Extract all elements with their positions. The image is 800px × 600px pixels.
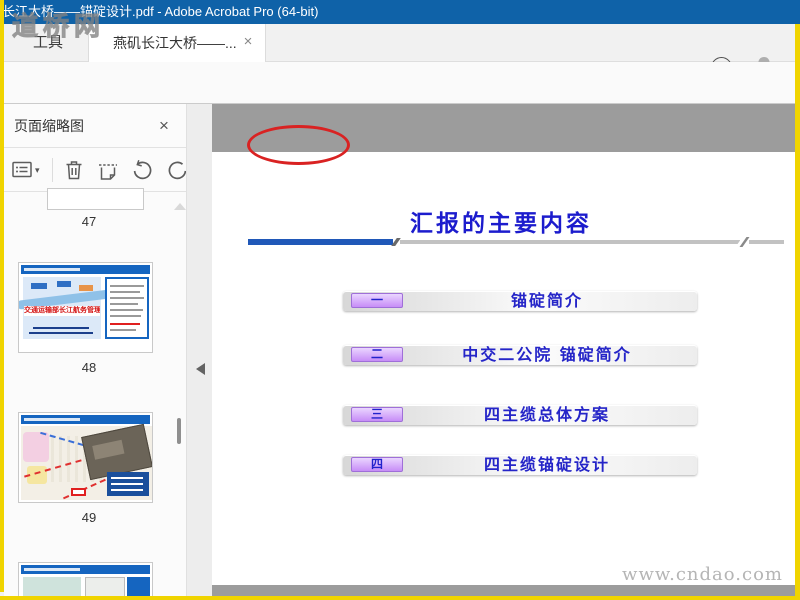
thumbnails-panel-title: 页面缩略图 xyxy=(14,118,84,134)
agenda-item-1-label: 锚碇简介 xyxy=(510,291,583,310)
thumbnail-options-caret-icon[interactable]: ▾ xyxy=(35,158,40,182)
scroll-up-arrow-icon[interactable] xyxy=(174,203,186,210)
agenda-item-4-badge: 四 xyxy=(351,457,403,472)
thumbnails-panel: 页面缩略图 × ▾ 47 交通运输部长江航务管理局 48 49 xyxy=(4,104,186,597)
thumb49-legend xyxy=(107,472,149,496)
title-bar: 长江大桥——锚碇设计.pdf - Adobe Acrobat Pro (64-b… xyxy=(0,0,800,24)
thumbnail-47[interactable] xyxy=(47,188,144,210)
thumb49-map xyxy=(21,423,152,500)
thumbnail-47-label: 47 xyxy=(81,214,97,229)
agenda-item-1-badge: 一 xyxy=(351,293,403,308)
pdf-page[interactable]: 汇报的主要内容 一 锚碇简介 二 中交二公院 锚碇简介 三 四主缆总体方案 四 … xyxy=(212,152,795,585)
frame-border-bottom xyxy=(0,596,800,600)
heading-rule-gray xyxy=(400,240,740,244)
frame-border-right xyxy=(795,24,800,600)
tab-tools[interactable]: 工具 xyxy=(8,24,88,62)
frame-border-left xyxy=(0,0,4,592)
slide-heading: 汇报的主要内容 xyxy=(410,210,592,237)
tab-document[interactable]: 燕矶长江大桥——... × xyxy=(88,24,266,62)
site-watermark-bottomright: www.cndao.com xyxy=(622,564,783,585)
thumbnail-49-label: 49 xyxy=(81,510,97,525)
agenda-item-1: 一 锚碇简介 xyxy=(343,291,697,311)
agenda-item-3-label: 四主缆总体方案 xyxy=(483,405,610,424)
thumb49-title-bar xyxy=(21,415,150,424)
main-toolbar: ☆ xyxy=(0,62,800,165)
agenda-item-4: 四 四主缆锚碇设计 xyxy=(343,455,697,475)
rotate-clockwise-icon[interactable] xyxy=(166,158,186,182)
agenda-item-2-badge: 二 xyxy=(351,347,403,362)
panel-divider xyxy=(186,104,212,597)
thumbnails-toolbar: ▾ xyxy=(4,148,186,192)
agenda-item-3: 三 四主缆总体方案 xyxy=(343,405,697,425)
thumb48-title-bar xyxy=(21,265,150,274)
window-title: 长江大桥——锚碇设计.pdf - Adobe Acrobat Pro (64-b… xyxy=(2,4,319,19)
thumbnail-48-label: 48 xyxy=(81,360,97,375)
delete-pages-trash-icon[interactable] xyxy=(62,158,86,182)
close-panel-icon[interactable]: × xyxy=(154,116,174,136)
acrobat-window: 长江大桥——锚碇设计.pdf - Adobe Acrobat Pro (64-b… xyxy=(0,0,800,600)
thumb48-text-box xyxy=(105,277,149,339)
agenda-item-3-badge: 三 xyxy=(351,407,403,422)
thumb48-red-text: 交通运输部长江航务管理局 xyxy=(24,306,100,316)
thumbnails-scrollbar[interactable] xyxy=(177,418,181,444)
agenda-item-2: 二 中交二公院 锚碇简介 xyxy=(343,345,697,365)
thumbnail-49[interactable] xyxy=(18,412,153,503)
extract-pages-icon[interactable] xyxy=(96,158,120,182)
close-tab-icon[interactable]: × xyxy=(239,33,257,51)
agenda-item-2-label: 中交二公院 锚碇简介 xyxy=(462,345,632,364)
collapse-panel-icon[interactable] xyxy=(196,363,205,375)
thumbnails-panel-header: 页面缩略图 × xyxy=(4,104,186,148)
panel-toolbar-separator xyxy=(52,158,53,182)
tab-bar: 工具 燕矶长江大桥——... × ? xyxy=(0,24,800,78)
heading-rule-blue xyxy=(248,239,393,245)
thumbnail-50-partial[interactable] xyxy=(18,562,153,597)
agenda-item-4-label: 四主缆锚碇设计 xyxy=(483,455,610,474)
tab-document-label: 燕矶长江大桥——... xyxy=(113,35,237,51)
thumb50-title-bar xyxy=(21,565,150,574)
document-view: 汇报的主要内容 一 锚碇简介 二 中交二公院 锚碇简介 三 四主缆总体方案 四 … xyxy=(212,104,795,597)
thumbnail-48[interactable]: 交通运输部长江航务管理局 xyxy=(18,262,153,353)
thumbnail-options-icon[interactable] xyxy=(10,158,34,182)
tab-tools-label: 工具 xyxy=(32,34,63,51)
rotate-counterclockwise-icon[interactable] xyxy=(130,158,154,182)
